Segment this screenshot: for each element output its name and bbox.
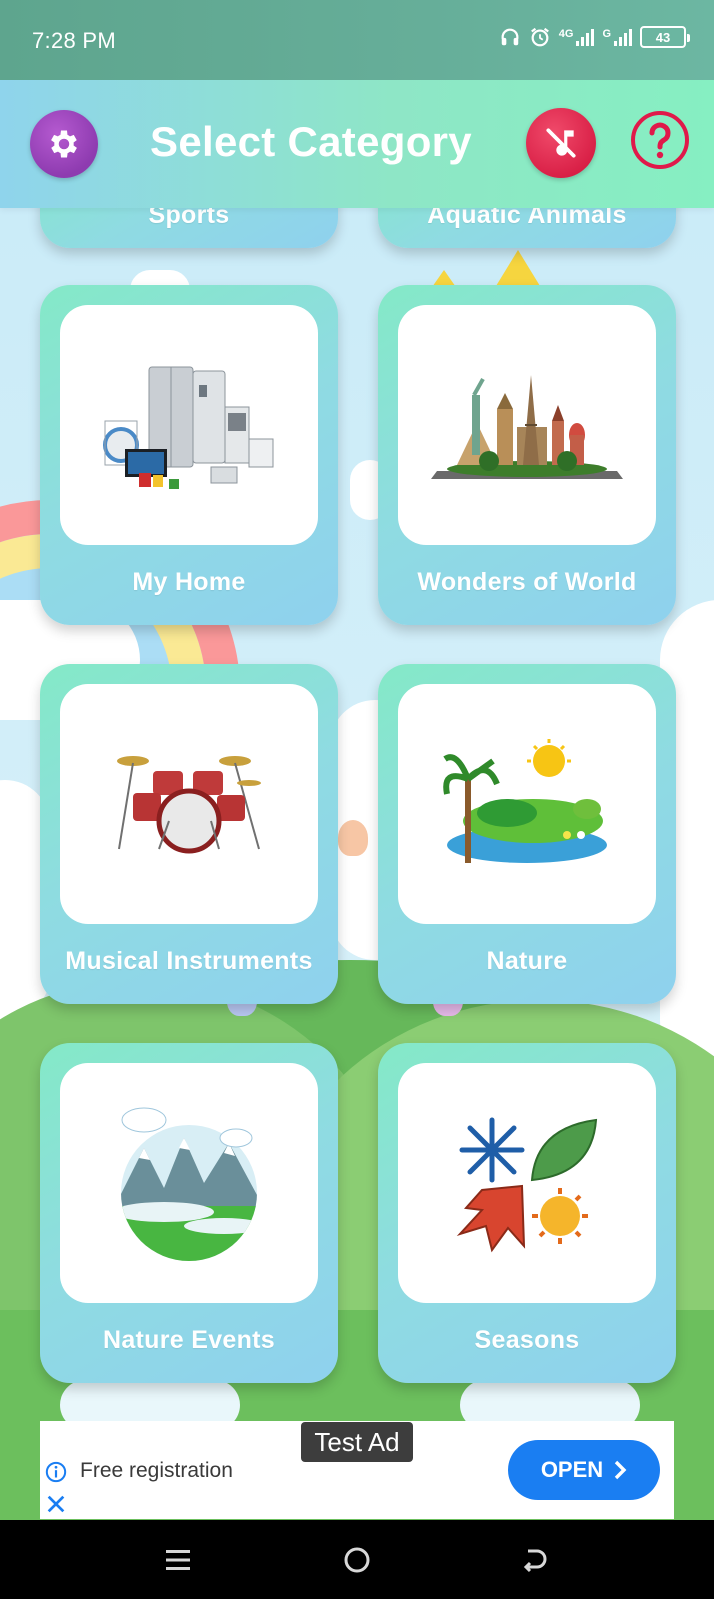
- chevron-right-icon: [614, 1460, 627, 1480]
- ad-open-button[interactable]: OPEN: [508, 1440, 660, 1500]
- category-label: Seasons: [474, 1326, 580, 1354]
- category-label: My Home: [132, 568, 246, 596]
- back-button[interactable]: [515, 1540, 555, 1580]
- category-grid: Sports Aquatic Animals My Home Wonders o…: [0, 0, 714, 1599]
- help-icon: [631, 111, 689, 169]
- status-time: 7:28 PM: [32, 28, 117, 53]
- status-icons: 4G G 43: [499, 26, 690, 48]
- battery-level: 43: [655, 29, 671, 45]
- system-navigation-bar: [0, 1520, 714, 1599]
- four-seasons-icon: [398, 1063, 656, 1303]
- alarm-icon: [530, 27, 549, 47]
- home-appliances-icon: [60, 305, 318, 545]
- world-landmarks-icon: [398, 305, 656, 545]
- ad-open-label: OPEN: [540, 1457, 604, 1482]
- category-card-nature-events[interactable]: Nature Events: [40, 1043, 338, 1383]
- battery-icon: 43: [640, 26, 690, 48]
- category-card-wonders-of-world[interactable]: Wonders of World: [378, 285, 676, 625]
- close-icon[interactable]: [45, 1493, 67, 1515]
- test-ad-label: Test Ad: [301, 1422, 413, 1462]
- music-off-icon: [546, 128, 576, 158]
- page-title: Select Category: [150, 118, 472, 165]
- category-card-nature[interactable]: Nature: [378, 664, 676, 1004]
- home-button[interactable]: [337, 1540, 377, 1580]
- mountain-landscape-icon: [60, 1063, 318, 1303]
- signal-icon-2: G: [602, 28, 632, 46]
- network-type-2: G: [602, 28, 611, 40]
- help-button[interactable]: [630, 110, 690, 170]
- menu-button[interactable]: [158, 1540, 198, 1580]
- home-circle-icon: [344, 1547, 370, 1573]
- drum-kit-icon: [60, 684, 318, 924]
- ad-text: Free registration: [80, 1459, 233, 1482]
- settings-button[interactable]: [30, 110, 98, 178]
- nature-island-icon: [398, 684, 656, 924]
- category-label: Musical Instruments: [65, 947, 313, 975]
- gear-icon: [51, 130, 77, 158]
- category-card-musical-instruments[interactable]: Musical Instruments: [40, 664, 338, 1004]
- headphones-icon: [501, 28, 519, 46]
- category-label: Nature: [486, 947, 568, 975]
- status-bar: 7:28 PM 4G G 43: [0, 0, 714, 80]
- back-icon: [523, 1549, 547, 1573]
- category-card-my-home[interactable]: My Home: [40, 285, 338, 625]
- category-card-seasons[interactable]: Seasons: [378, 1043, 676, 1383]
- network-type-1: 4G: [558, 28, 574, 40]
- app-header: Select Category: [0, 80, 714, 208]
- info-icon[interactable]: [45, 1461, 67, 1483]
- signal-icon-1: 4G: [559, 28, 595, 46]
- menu-icon: [166, 1550, 190, 1570]
- category-label: Nature Events: [102, 1326, 275, 1354]
- music-toggle-button[interactable]: [526, 108, 596, 178]
- category-label: Wonders of World: [417, 568, 637, 596]
